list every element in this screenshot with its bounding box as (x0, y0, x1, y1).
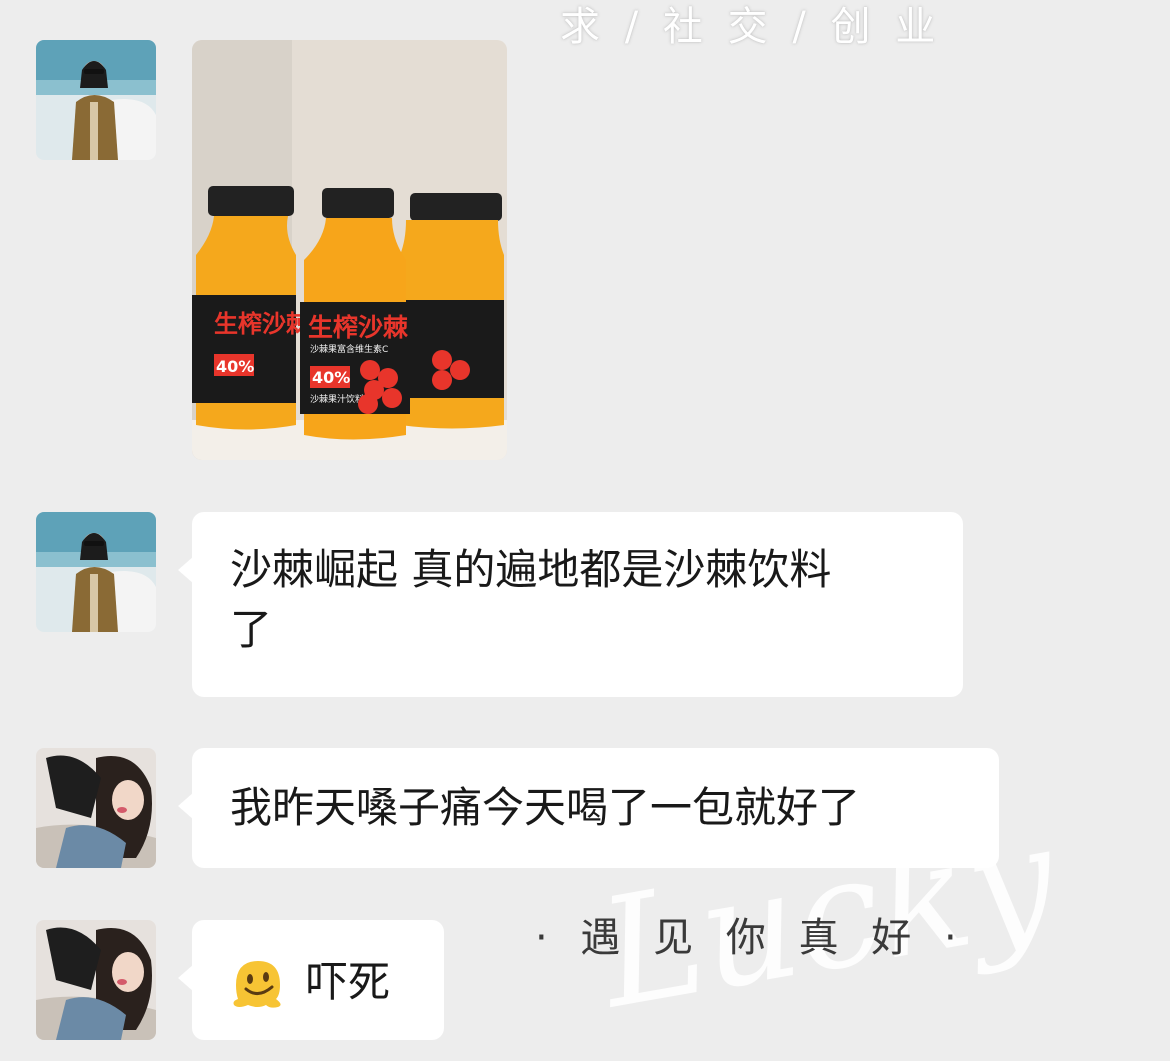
message-image-juice[interactable]: 生榨沙棘 40% 生榨沙棘 沙棘果富含维生素C 40% 沙棘果汁饮料 (192, 40, 507, 460)
message-bubble-1[interactable]: 沙棘崛起 真的遍地都是沙棘饮料 了 (178, 512, 963, 697)
message-text-2: 我昨天嗓子痛今天喝了一包就好了 (230, 783, 861, 832)
avatar-user-b[interactable] (36, 920, 156, 1040)
bottle-middle-subtitle: 沙棘果富含维生素C (310, 343, 388, 355)
message-text-line-2: 了 (230, 605, 273, 654)
avatar-user-a-image (36, 40, 156, 160)
avatar-user-a[interactable] (36, 40, 156, 160)
watermark-bottom-text: · 遇 见 你 真 好 · (535, 915, 967, 961)
bottle-middle-brand: 生榨沙棘 (308, 313, 409, 342)
bottle-middle-label: 沙棘果汁饮料 (310, 393, 364, 405)
melting-face-icon (230, 955, 286, 1011)
bottle-right (400, 193, 504, 429)
avatar-user-b-image (36, 748, 156, 868)
avatar-user-b-image (36, 920, 156, 1040)
watermark-top-text: 求 / 社 交 / 创 业 (560, 4, 942, 50)
message-bubble-2[interactable]: 我昨天嗓子痛今天喝了一包就好了 (178, 748, 999, 868)
message-text-line-1: 沙棘崛起 真的遍地都是沙棘饮料 (230, 545, 832, 594)
message-text-3: 吓死 (306, 957, 391, 1007)
bottle-left-badge: 40% (216, 357, 254, 376)
avatar-user-a[interactable] (36, 512, 156, 632)
bottle-middle-badge: 40% (312, 368, 350, 387)
juice-bottles-photo: 生榨沙棘 40% 生榨沙棘 沙棘果富含维生素C 40% 沙棘果汁饮料 (192, 40, 507, 460)
message-bubble-3[interactable]: 吓死 (178, 920, 444, 1040)
avatar-user-b[interactable] (36, 748, 156, 868)
avatar-user-a-image (36, 512, 156, 632)
bottle-left-brand: 生榨沙棘 (214, 310, 311, 338)
